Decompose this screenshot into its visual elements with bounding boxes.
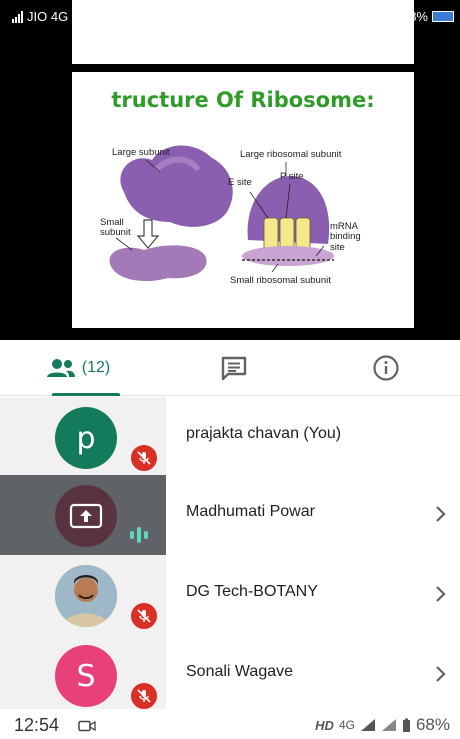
battery-level: 68%	[415, 715, 450, 734]
chat-icon	[221, 356, 247, 381]
info-icon	[373, 355, 399, 381]
chevron-right-icon	[436, 506, 446, 522]
battery-icon	[432, 11, 454, 22]
participant-row[interactable]: p prajakta chavan (You)	[0, 397, 460, 477]
cell-signal-icon	[381, 719, 396, 731]
participant-row[interactable]: S Sonali Wagave	[0, 635, 460, 715]
present-screen-icon	[69, 503, 103, 529]
tab-people[interactable]: (12)	[0, 340, 156, 396]
chevron-right-icon	[436, 586, 446, 602]
participant-name: prajakta chavan (You)	[186, 425, 342, 442]
cell-signal-icon	[360, 719, 375, 731]
avatar	[55, 565, 117, 627]
presentation-video[interactable]: JIO 4G 8% tructure Of Ribosome: Large su…	[0, 0, 460, 340]
mic-off-icon	[129, 681, 159, 711]
carrier-label: JIO 4G	[27, 9, 69, 24]
arrow-down-icon	[136, 219, 160, 249]
label-large-ribosomal-subunit: Large ribosomal subunit	[240, 149, 342, 160]
speaking-indicator-icon	[130, 527, 148, 543]
hd-badge: HD	[315, 717, 334, 733]
small-subunit-shape	[109, 245, 207, 282]
avatar: S	[55, 645, 117, 707]
label-e-site: E site	[228, 177, 252, 188]
active-tab-indicator	[52, 393, 120, 396]
network-type: 4G	[338, 718, 355, 732]
clock: 12:54	[14, 715, 60, 735]
avatar: p	[55, 407, 117, 469]
label-small-ribosomal-subunit: Small ribosomal subunit	[230, 275, 331, 286]
mic-off-icon	[129, 601, 159, 631]
presented-slide: tructure Of Ribosome: Large subunit Smal…	[72, 72, 414, 328]
participant-name: Madhumati Powar	[186, 503, 315, 520]
label-mrna-binding-site: mRNA binding site	[330, 221, 361, 253]
tab-chat[interactable]	[156, 340, 312, 396]
participant-row[interactable]: DG Tech-BOTANY	[0, 555, 460, 635]
assembled-small-subunit	[242, 246, 334, 266]
participant-name: Sonali Wagave	[186, 663, 294, 680]
people-count: (12)	[81, 359, 111, 376]
label-small-subunit: Small subunit	[100, 217, 131, 239]
signal-icon	[12, 10, 23, 23]
mic-off-icon	[129, 443, 159, 473]
tab-info[interactable]	[312, 340, 460, 396]
label-p-site: P site	[280, 171, 304, 182]
system-status-bar: 12:54 HD 4G 68%	[0, 709, 460, 739]
participant-name: DG Tech-BOTANY	[186, 583, 318, 600]
slide-top-strip	[72, 0, 414, 64]
battery-icon	[402, 718, 410, 732]
ribosome-diagram	[109, 145, 334, 282]
participant-list: p prajakta chavan (You) Madhumati Powar …	[0, 397, 460, 715]
people-icon	[46, 359, 75, 377]
meeting-tabs: (12)	[0, 340, 460, 396]
avatar	[55, 485, 117, 547]
chevron-right-icon	[436, 666, 446, 682]
participant-row[interactable]: Madhumati Powar	[0, 475, 460, 555]
profile-photo	[55, 565, 117, 627]
video-call-icon	[78, 720, 96, 732]
label-large-subunit: Large subunit	[112, 147, 170, 158]
meet-screen: JIO 4G 8% tructure Of Ribosome: Large su…	[0, 0, 460, 739]
